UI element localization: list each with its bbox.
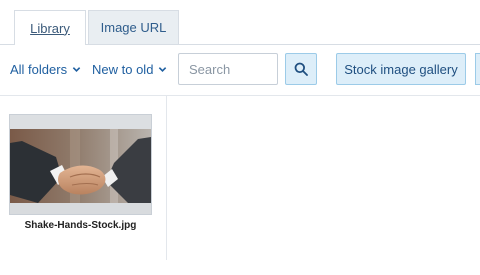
image-filename: Shake-Hands-Stock.jpg bbox=[24, 220, 137, 231]
handshake-image bbox=[10, 115, 151, 214]
sort-order-dropdown[interactable]: New to old bbox=[92, 62, 167, 77]
tab-bar: Library Image URL bbox=[0, 0, 480, 45]
stock-image-gallery-button[interactable]: Stock image gallery bbox=[336, 53, 466, 85]
tab-library-label: Library bbox=[30, 20, 70, 36]
search-button[interactable] bbox=[285, 53, 317, 85]
panel-divider bbox=[166, 96, 167, 260]
library-image-thumbnail[interactable] bbox=[9, 114, 152, 215]
content-divider bbox=[0, 95, 480, 96]
tab-image-url[interactable]: Image URL bbox=[88, 10, 179, 44]
chevron-down-icon bbox=[72, 67, 81, 72]
stock-image-gallery-label: Stock image gallery bbox=[344, 61, 458, 77]
folder-filter-label: All folders bbox=[10, 62, 68, 77]
folder-filter-dropdown[interactable]: All folders bbox=[10, 62, 81, 77]
chevron-down-icon bbox=[159, 67, 167, 72]
toolbar-overflow-button[interactable] bbox=[475, 53, 480, 85]
sort-order-label: New to old bbox=[92, 62, 154, 77]
search-input[interactable] bbox=[178, 53, 278, 85]
tab-image-url-label: Image URL bbox=[100, 20, 167, 35]
tab-library[interactable]: Library bbox=[14, 10, 86, 45]
search-icon bbox=[294, 62, 308, 76]
